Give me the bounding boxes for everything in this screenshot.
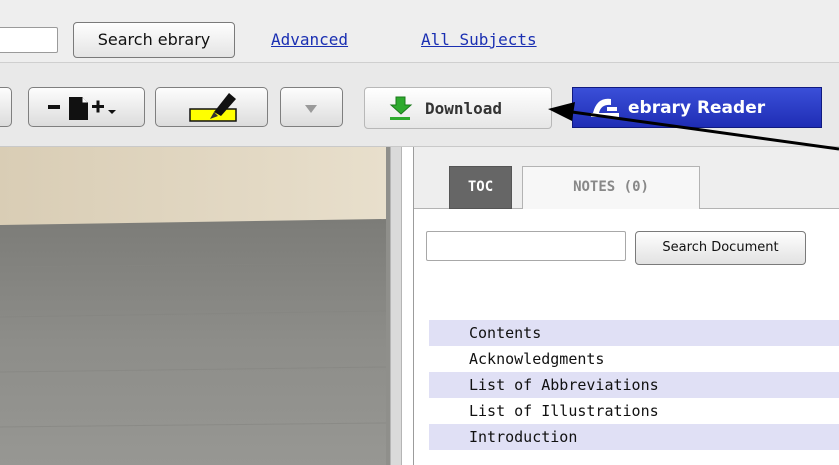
toc-list: Contents Acknowledgments List of Abbrevi… <box>429 320 839 450</box>
ebrary-reader-button[interactable]: ebrary Reader <box>572 87 822 128</box>
previous-tool-button[interactable] <box>0 87 12 127</box>
download-arrow-icon <box>389 96 413 120</box>
search-ebrary-button[interactable]: Search ebrary <box>73 22 235 58</box>
download-label: Download <box>425 99 503 118</box>
toc-item-acknowledgments[interactable]: Acknowledgments <box>429 346 839 372</box>
tab-notes[interactable]: NOTES (0) <box>522 166 700 209</box>
highlight-button[interactable] <box>155 87 268 127</box>
advanced-search-link[interactable]: Advanced <box>271 30 348 49</box>
toc-item-list-of-illustrations[interactable]: List of Illustrations <box>429 398 839 424</box>
ebrary-logo-icon <box>591 98 619 117</box>
ebrary-search-input[interactable] <box>0 27 58 53</box>
download-button[interactable]: Download <box>364 87 552 129</box>
add-bookmark-button[interactable] <box>28 87 145 127</box>
ebrary-reader-label: ebrary Reader <box>628 98 766 118</box>
panel-gutter <box>402 147 414 465</box>
scanned-page-image <box>0 147 390 465</box>
toc-item-introduction[interactable]: Introduction <box>429 424 839 450</box>
panel-tabs: TOC NOTES (0) <box>414 147 839 209</box>
tab-toc[interactable]: TOC <box>449 166 512 209</box>
add-page-icon <box>48 97 116 120</box>
search-document-button[interactable]: Search Document <box>635 231 806 265</box>
all-subjects-link[interactable]: All Subjects <box>421 30 537 49</box>
document-viewer[interactable] <box>0 147 390 465</box>
toc-item-contents[interactable]: Contents <box>429 320 839 346</box>
more-options-button[interactable] <box>280 87 343 127</box>
top-search-bar: Search ebrary Advanced All Subjects <box>0 0 839 63</box>
highlighter-icon <box>189 93 237 122</box>
side-panel: TOC NOTES (0) Search Document Contents A… <box>414 147 839 465</box>
caret-down-icon <box>305 105 317 113</box>
search-document-input[interactable] <box>426 231 626 261</box>
toc-item-list-of-abbreviations[interactable]: List of Abbreviations <box>429 372 839 398</box>
pane-resize-handle[interactable] <box>390 147 402 465</box>
